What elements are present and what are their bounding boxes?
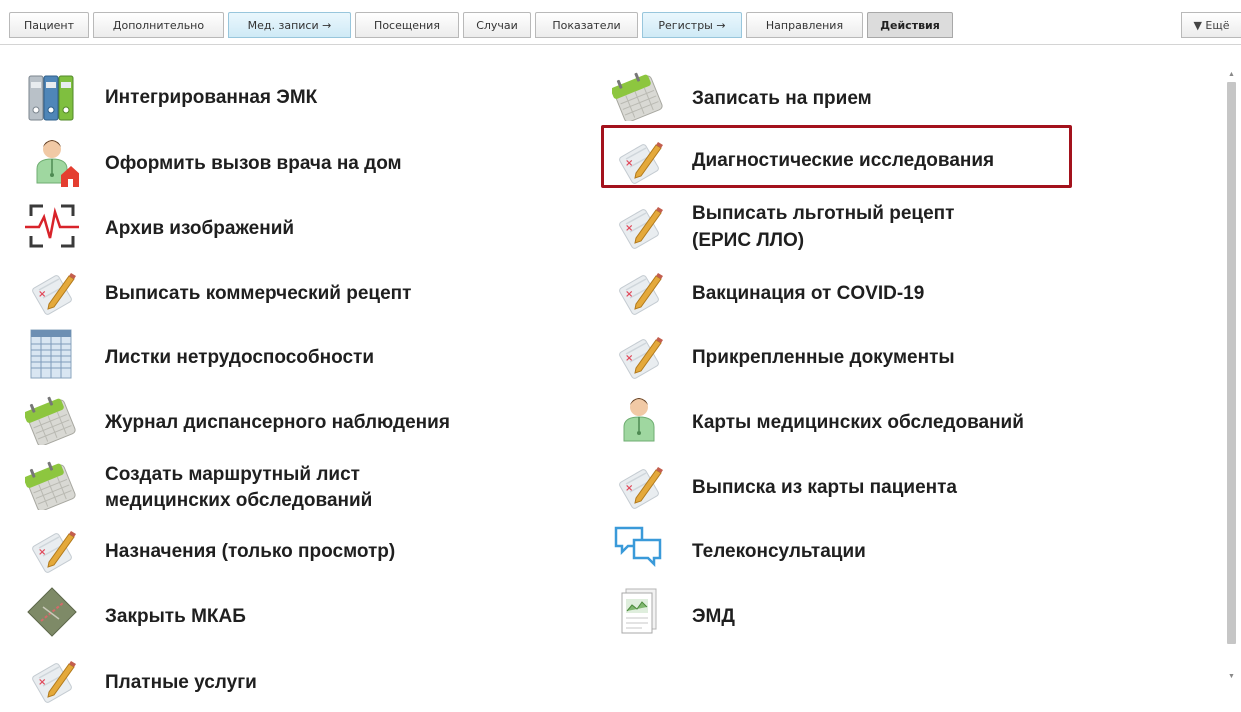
action-close-mkab[interactable]: Закрыть МКАБ bbox=[25, 585, 545, 647]
action-preferential-prescription[interactable]: Выписать льготный рецепт (ЕРИС ЛЛО) bbox=[612, 196, 1172, 258]
action-doctor-home-call[interactable]: Оформить вызов врача на дом bbox=[25, 131, 545, 193]
action-label: Оформить вызов врача на дом bbox=[105, 153, 402, 174]
tab-bar: Пациент Дополнительно Мед. записи → Посе… bbox=[0, 0, 1241, 45]
prescription-icon bbox=[30, 660, 77, 704]
prescription-icon bbox=[617, 272, 664, 316]
action-label-line1: Создать маршрутный лист bbox=[105, 464, 360, 485]
action-emd[interactable]: ЭМД bbox=[612, 585, 1172, 647]
action-label-line2: (ЕРИС ЛЛО) bbox=[692, 230, 805, 251]
calendar-icon bbox=[25, 395, 77, 445]
action-label: Карты медицинских обследований bbox=[692, 412, 1024, 433]
tab-med-records[interactable]: Мед. записи → bbox=[228, 12, 351, 38]
action-label: Записать на прием bbox=[692, 88, 872, 109]
tab-visits[interactable]: Посещения bbox=[355, 12, 459, 38]
doctor-home-icon bbox=[36, 139, 79, 187]
tab-cases[interactable]: Случаи bbox=[463, 12, 531, 38]
prescription-icon bbox=[30, 530, 77, 574]
action-label: Закрыть МКАБ bbox=[105, 606, 246, 627]
scrollbar-thumb[interactable] bbox=[1227, 82, 1236, 644]
image-archive-icon bbox=[25, 204, 79, 248]
action-label: Вакцинация от COVID-19 bbox=[692, 283, 925, 304]
tab-indicators[interactable]: Показатели bbox=[535, 12, 638, 38]
action-label-line1: Выписать льготный рецепт bbox=[692, 203, 955, 224]
action-label: Телеконсультации bbox=[692, 541, 866, 562]
action-dispensary-journal[interactable]: Журнал диспансерного наблюдения bbox=[25, 391, 545, 453]
close-card-icon bbox=[27, 587, 77, 637]
action-teleconsultations[interactable]: Телеконсультации bbox=[612, 520, 1172, 582]
action-image-archive[interactable]: Архив изображений bbox=[25, 196, 545, 258]
action-label: ЭМД bbox=[692, 606, 735, 627]
vertical-scrollbar[interactable]: ▲ ▼ bbox=[1225, 68, 1238, 688]
emk-binders-icon bbox=[28, 75, 74, 121]
action-label: Журнал диспансерного наблюдения bbox=[105, 412, 450, 433]
prescription-icon bbox=[617, 336, 664, 380]
calendar-icon bbox=[25, 460, 77, 510]
action-label: Листки нетрудоспособности bbox=[105, 347, 375, 368]
document-chart-icon bbox=[621, 588, 657, 634]
tab-patient[interactable]: Пациент bbox=[9, 12, 89, 38]
action-integrated-emk[interactable]: Интегрированная ЭМК bbox=[25, 67, 545, 129]
action-appointments-view[interactable]: Назначения (только просмотр) bbox=[25, 520, 545, 582]
action-book-appointment[interactable]: Записать на прием bbox=[612, 67, 1172, 129]
prescription-icon bbox=[617, 206, 664, 250]
action-sick-leave[interactable]: Листки нетрудоспособности bbox=[25, 326, 545, 388]
highlight-frame bbox=[601, 125, 1072, 188]
tab-registers[interactable]: Регистры → bbox=[642, 12, 742, 38]
scroll-up-icon[interactable]: ▲ bbox=[1225, 68, 1238, 80]
action-label: Архив изображений bbox=[105, 218, 295, 239]
more-tabs-button[interactable]: ▼ Ещё bbox=[1181, 12, 1241, 38]
action-covid-vaccination[interactable]: Вакцинация от COVID-19 bbox=[612, 262, 1172, 324]
action-attached-documents[interactable]: Прикрепленные документы bbox=[612, 326, 1172, 388]
calendar-icon bbox=[612, 71, 664, 121]
scroll-down-icon[interactable]: ▼ bbox=[1225, 670, 1238, 682]
action-label: Интегрированная ЭМК bbox=[105, 87, 318, 108]
tab-actions[interactable]: Действия bbox=[867, 12, 953, 38]
action-paid-services[interactable]: Платные услуги bbox=[25, 650, 545, 712]
action-create-route-sheet[interactable]: Создать маршрутный лист медицинских обсл… bbox=[25, 456, 545, 518]
action-label-line2: медицинских обследований bbox=[105, 490, 373, 511]
action-label: Выписка из карты пациента bbox=[692, 477, 957, 498]
prescription-icon bbox=[617, 466, 664, 510]
doctor-icon bbox=[623, 397, 655, 442]
action-patient-card-extract[interactable]: Выписка из карты пациента bbox=[612, 456, 1172, 518]
action-commercial-prescription[interactable]: Выписать коммерческий рецепт bbox=[25, 262, 545, 324]
action-label: Прикрепленные документы bbox=[692, 347, 955, 368]
action-medical-exam-cards[interactable]: Карты медицинских обследований bbox=[612, 391, 1172, 453]
tab-referrals[interactable]: Направления bbox=[746, 12, 863, 38]
sick-leave-icon bbox=[30, 329, 72, 379]
action-label: Выписать коммерческий рецепт bbox=[105, 283, 412, 304]
tab-additional[interactable]: Дополнительно bbox=[93, 12, 224, 38]
action-label: Назначения (только просмотр) bbox=[105, 541, 396, 562]
prescription-icon bbox=[30, 272, 77, 316]
action-label: Платные услуги bbox=[105, 672, 257, 693]
chat-icon bbox=[614, 526, 662, 568]
